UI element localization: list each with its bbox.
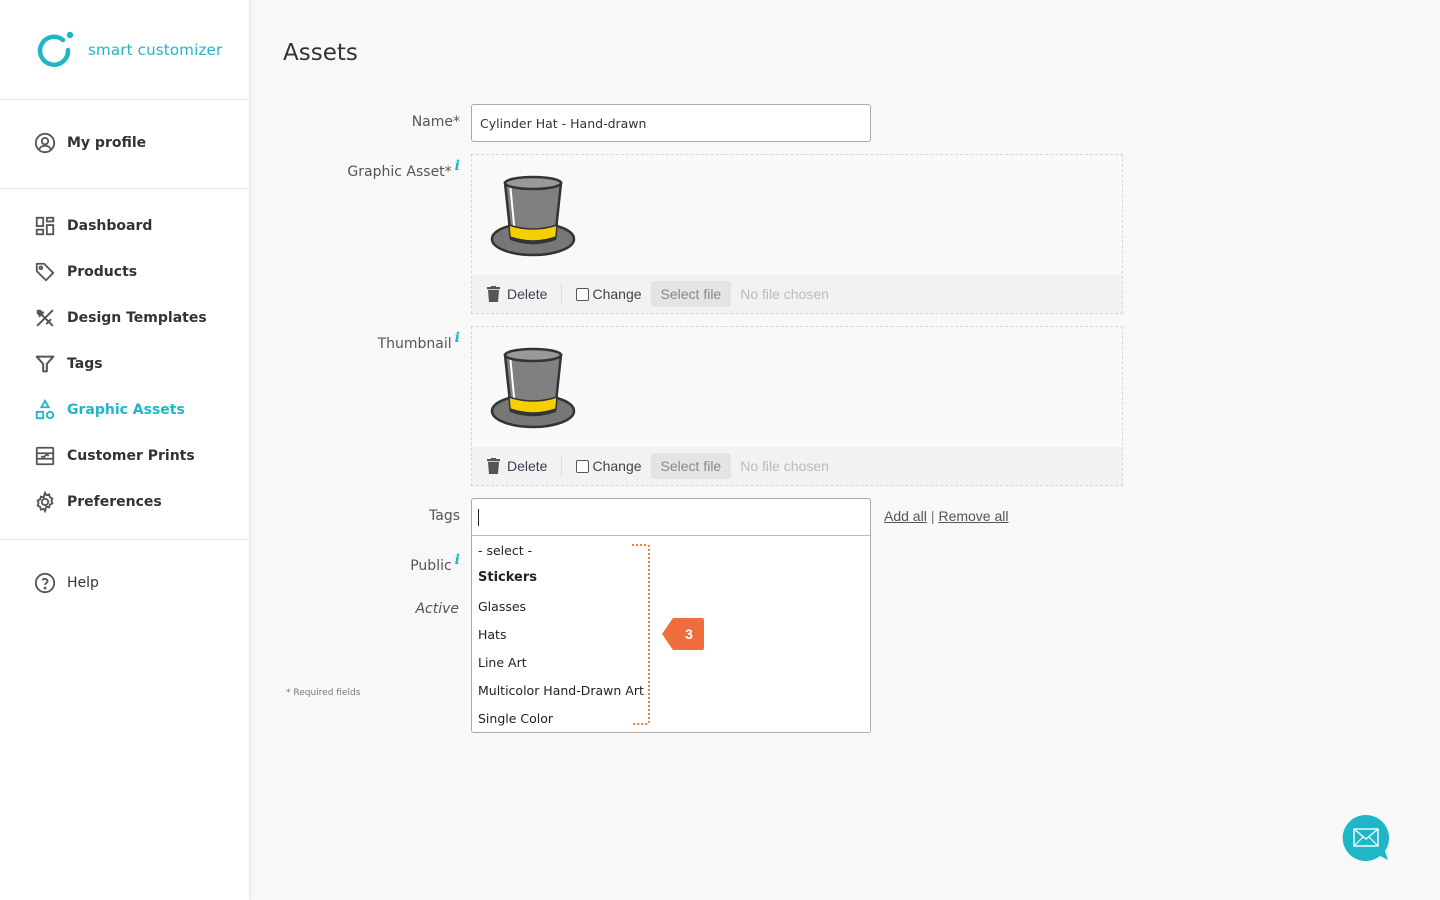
annotation-bracket	[632, 544, 650, 725]
sidebar-item-tags[interactable]: Tags	[0, 341, 249, 387]
link-separator: |	[930, 508, 935, 524]
badge-count: 3	[685, 626, 693, 642]
checkbox-box[interactable]	[576, 287, 590, 301]
thumbnail-label: Thumbnail i	[250, 331, 460, 352]
add-all-link[interactable]: Add all	[884, 508, 927, 524]
page-title: Assets	[283, 40, 358, 66]
graphic-asset-label: Graphic Asset* i	[250, 159, 460, 180]
change-label: Change	[592, 458, 642, 474]
sidebar-item-label: Tags	[67, 356, 103, 372]
sidebar-item-products[interactable]: Products	[0, 249, 249, 295]
sidebar-item-label: Dashboard	[67, 218, 153, 234]
profile-nav: My profile	[0, 100, 249, 189]
thumbnail-box: Delete Change Select file No file chosen	[471, 326, 1123, 486]
delete-button[interactable]: Delete	[487, 286, 547, 302]
sidebar-item-label: My profile	[67, 135, 147, 151]
main-content: Assets Name* Cylinder Hat - Hand-drawn G…	[250, 0, 1440, 900]
name-label: Name*	[250, 114, 460, 130]
tags-label-text: Tags	[429, 508, 460, 524]
active-label-text: Active	[415, 601, 459, 617]
name-input-value: Cylinder Hat - Hand-drawn	[480, 115, 647, 131]
prints-icon	[34, 445, 56, 467]
trash-icon	[487, 286, 500, 302]
delete-label: Delete	[507, 286, 548, 302]
sidebar-item-label: Graphic Assets	[67, 402, 185, 418]
text-caret	[478, 509, 479, 526]
thumbnail-label-text: Thumbnail	[377, 336, 452, 352]
main-nav: Dashboard Products Design Templates Tags…	[0, 189, 249, 540]
dashboard-icon	[34, 215, 56, 237]
checkbox-box[interactable]	[576, 459, 590, 473]
dropdown-option[interactable]: Line Art	[478, 655, 527, 670]
change-checkbox[interactable]: Change	[576, 286, 642, 302]
info-icon[interactable]: i	[455, 158, 460, 174]
dropdown-option[interactable]: - select -	[478, 543, 532, 558]
sidebar-item-label: Preferences	[67, 494, 162, 510]
divider	[561, 455, 563, 477]
select-file-button[interactable]: Select file	[650, 453, 732, 479]
graphic-asset-actions: Delete Change Select file No file chosen	[472, 275, 1122, 313]
tags-input[interactable]	[471, 498, 871, 536]
sidebar-item-dashboard[interactable]: Dashboard	[0, 203, 249, 249]
annotation-badge: 3	[661, 617, 705, 651]
tag-links: Add all | Remove all	[884, 508, 1008, 524]
tag-icon	[34, 261, 56, 283]
graphic-asset-preview	[472, 155, 1122, 275]
sidebar-item-customer-prints[interactable]: Customer Prints	[0, 433, 249, 479]
select-file-button[interactable]: Select file	[650, 281, 732, 307]
dropdown-option[interactable]: Single Color	[478, 711, 553, 726]
dropdown-option[interactable]: Hats	[478, 627, 506, 642]
chat-button[interactable]	[1342, 814, 1390, 862]
dropdown-option[interactable]: Glasses	[478, 599, 526, 614]
thumbnail-actions: Delete Change Select file No file chosen	[472, 447, 1122, 485]
sidebar-item-label: Customer Prints	[67, 448, 195, 464]
divider	[561, 283, 563, 305]
tags-dropdown: - select - Stickers Glasses Hats Line Ar…	[471, 535, 871, 733]
top-hat-image	[490, 347, 576, 429]
public-label-text: Public	[410, 558, 452, 574]
file-status: No file chosen	[740, 286, 829, 302]
filter-icon	[34, 353, 56, 375]
change-checkbox[interactable]: Change	[576, 458, 642, 474]
name-input[interactable]: Cylinder Hat - Hand-drawn	[471, 104, 871, 142]
sidebar-item-label: Products	[67, 264, 138, 280]
envelope-chat-icon	[1342, 814, 1390, 861]
sidebar-item-label: Design Templates	[67, 310, 207, 326]
sidebar-item-help[interactable]: Help	[0, 560, 249, 606]
change-label: Change	[592, 286, 642, 302]
brand-name: smart customizer	[88, 40, 223, 59]
design-tools-icon	[34, 307, 56, 329]
sidebar: smart customizer My profile Dashboard Pr…	[0, 0, 250, 900]
graphic-asset-box: Delete Change Select file No file chosen	[471, 154, 1123, 314]
logo[interactable]: smart customizer	[0, 0, 249, 100]
delete-label: Delete	[507, 458, 548, 474]
sidebar-item-preferences[interactable]: Preferences	[0, 479, 249, 525]
public-label: Public i	[250, 553, 460, 574]
sidebar-item-graphic-assets[interactable]: Graphic Assets	[0, 387, 249, 433]
user-circle-icon	[34, 132, 56, 154]
delete-button[interactable]: Delete	[487, 458, 547, 474]
logo-icon	[37, 31, 74, 67]
question-circle-icon	[34, 572, 56, 594]
gear-icon	[34, 491, 56, 513]
sidebar-item-my-profile[interactable]: My profile	[0, 120, 249, 166]
active-label: Active	[250, 601, 460, 617]
shapes-icon	[34, 399, 56, 421]
tags-label: Tags	[250, 508, 460, 524]
trash-icon	[487, 458, 500, 474]
sidebar-item-label: Help	[67, 575, 99, 591]
info-icon[interactable]: i	[455, 552, 460, 568]
dropdown-group-header: Stickers	[478, 570, 538, 585]
help-nav: Help	[0, 540, 249, 620]
graphic-asset-label-text: Graphic Asset*	[347, 164, 452, 180]
thumbnail-preview	[472, 327, 1122, 447]
file-status: No file chosen	[740, 458, 829, 474]
required-fields-note: * Required fields	[286, 688, 361, 698]
sidebar-item-design-templates[interactable]: Design Templates	[0, 295, 249, 341]
top-hat-image	[490, 175, 576, 257]
remove-all-link[interactable]: Remove all	[938, 508, 1008, 524]
dropdown-option[interactable]: Multicolor Hand-Drawn Art	[478, 683, 644, 698]
info-icon[interactable]: i	[455, 330, 460, 346]
name-label-text: Name*	[411, 114, 460, 130]
